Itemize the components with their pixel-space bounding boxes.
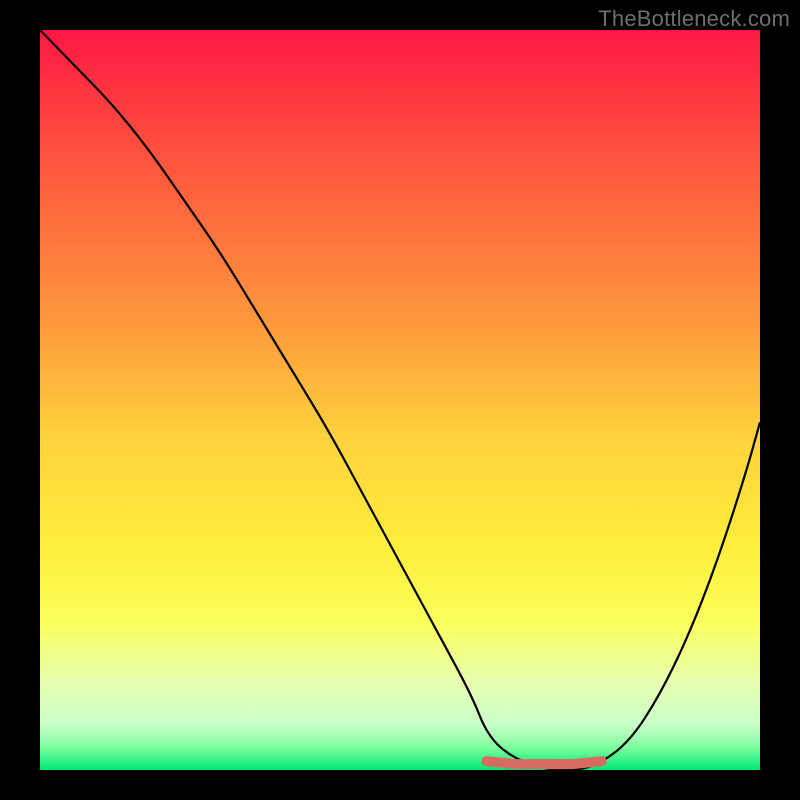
bottleneck-curve-path — [40, 30, 760, 770]
optimal-band-path — [486, 761, 601, 764]
chart-plot-area — [40, 30, 760, 770]
chart-curves — [40, 30, 760, 770]
watermark-text: TheBottleneck.com — [598, 6, 790, 32]
